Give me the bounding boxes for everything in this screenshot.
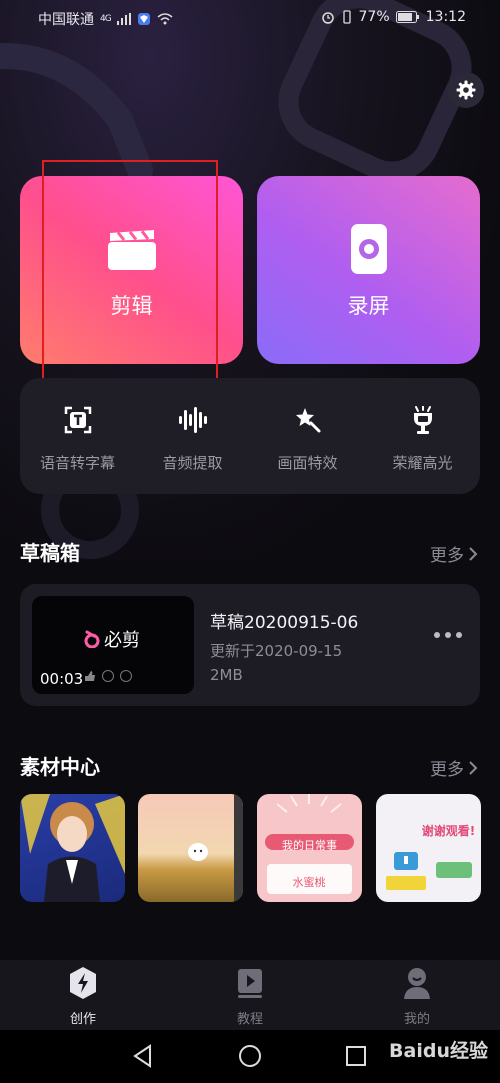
battery-icon (395, 11, 419, 23)
anime-character-image (20, 794, 125, 902)
clapperboard-icon (107, 230, 156, 270)
trophy-icon (413, 406, 432, 434)
draft-size: 2MB (210, 666, 243, 684)
tab-label: 创作 (69, 1012, 96, 1027)
coin-icon (102, 670, 114, 682)
svg-text:水蜜桃: 水蜜桃 (293, 875, 326, 889)
more-label: 更多 (430, 546, 464, 566)
thumb-brand-text: 必剪 (104, 630, 140, 651)
signal-icon (116, 13, 131, 25)
clock: 13:12 (425, 9, 466, 25)
bijian-logo-icon (84, 630, 100, 648)
home-icon[interactable] (238, 1044, 262, 1068)
person-icon (404, 968, 430, 999)
phone-record-icon (350, 224, 387, 274)
draft-name: 草稿20200915-06 (210, 613, 359, 633)
baidu-watermark: Baidu经验 (389, 1040, 488, 1062)
sparkle-icon (295, 408, 320, 433)
record-label: 录屏 (347, 294, 390, 318)
tab-create[interactable]: 创作 (0, 960, 166, 1030)
vibrate-icon (342, 10, 351, 24)
battery-percent: 77% (358, 9, 390, 25)
caption-icon (64, 406, 91, 434)
material-caption: 谢谢观看! (421, 824, 476, 838)
tab-label: 教程 (236, 1012, 263, 1027)
drafts-more-link[interactable]: 更多 (430, 541, 478, 566)
bolt-icon (70, 967, 96, 999)
thumbs-up-icon (85, 671, 95, 681)
carrier-name: 中国联通 (38, 12, 94, 28)
material-item-landscape[interactable] (138, 794, 243, 902)
tool-audio-extract[interactable]: 音频提取 (135, 378, 250, 494)
thumb-mini-icons (84, 670, 132, 682)
more-label: 更多 (430, 760, 464, 780)
alarm-icon (321, 12, 334, 24)
star-icon (120, 670, 132, 682)
tool-speech-to-subtitle[interactable]: 语音转字幕 (20, 378, 135, 494)
drafts-title: 草稿箱 (20, 541, 80, 565)
tool-label: 音频提取 (162, 454, 223, 472)
tool-label: 画面特效 (277, 454, 338, 472)
material-caption: 我的日常事 (282, 839, 337, 852)
thumb-brand: 必剪 (84, 626, 140, 652)
bottom-tab-bar: 创作 教程 我的 (0, 960, 500, 1030)
tool-label: 荣耀高光 (392, 454, 453, 472)
chevron-right-icon (469, 760, 478, 775)
shield-icon (137, 13, 150, 25)
draft-item[interactable]: 必剪 00:03 草稿20200915-06 更新于2020-09-15 2MB (20, 584, 480, 706)
edit-label: 剪辑 (110, 294, 153, 318)
edit-card[interactable]: 剪辑 (20, 176, 243, 364)
tab-tutorial[interactable]: 教程 (167, 960, 333, 1030)
tools-panel: 语音转字幕 音频提取 画面特效 荣耀高光 (20, 378, 480, 494)
record-card[interactable]: 录屏 (257, 176, 480, 364)
recents-icon[interactable] (345, 1044, 367, 1068)
tool-screen-effects[interactable]: 画面特效 (250, 378, 365, 494)
wifi-icon (157, 13, 173, 25)
materials-more-link[interactable]: 更多 (430, 755, 478, 780)
material-item-thanks[interactable]: 谢谢观看! (376, 794, 481, 902)
tab-mine[interactable]: 我的 (334, 960, 500, 1030)
chevron-right-icon (469, 546, 478, 561)
tool-honor-highlight[interactable]: 荣耀高光 (365, 378, 480, 494)
more-options-button[interactable] (434, 632, 462, 638)
gear-icon (456, 80, 476, 100)
draft-updated: 更新于2020-09-15 (210, 642, 343, 660)
draft-duration: 00:03 (40, 670, 84, 688)
tool-label: 语音转字幕 (39, 454, 115, 472)
waveform-icon (178, 407, 207, 433)
materials-title: 素材中心 (20, 755, 100, 779)
status-bar: 中国联通 4G 77% 13:12 (0, 0, 500, 36)
cartoon-animal-image (188, 794, 243, 902)
back-icon[interactable] (132, 1044, 154, 1068)
settings-button[interactable] (448, 72, 484, 108)
material-item-daily[interactable]: 水蜜桃 我的日常事 (257, 794, 362, 902)
tab-label: 我的 (403, 1012, 430, 1027)
draft-thumbnail: 必剪 00:03 (32, 596, 194, 694)
video-book-icon (238, 969, 262, 998)
material-item-anime[interactable] (20, 794, 125, 902)
network-type: 4G (100, 14, 112, 24)
tv-icon (386, 852, 472, 890)
